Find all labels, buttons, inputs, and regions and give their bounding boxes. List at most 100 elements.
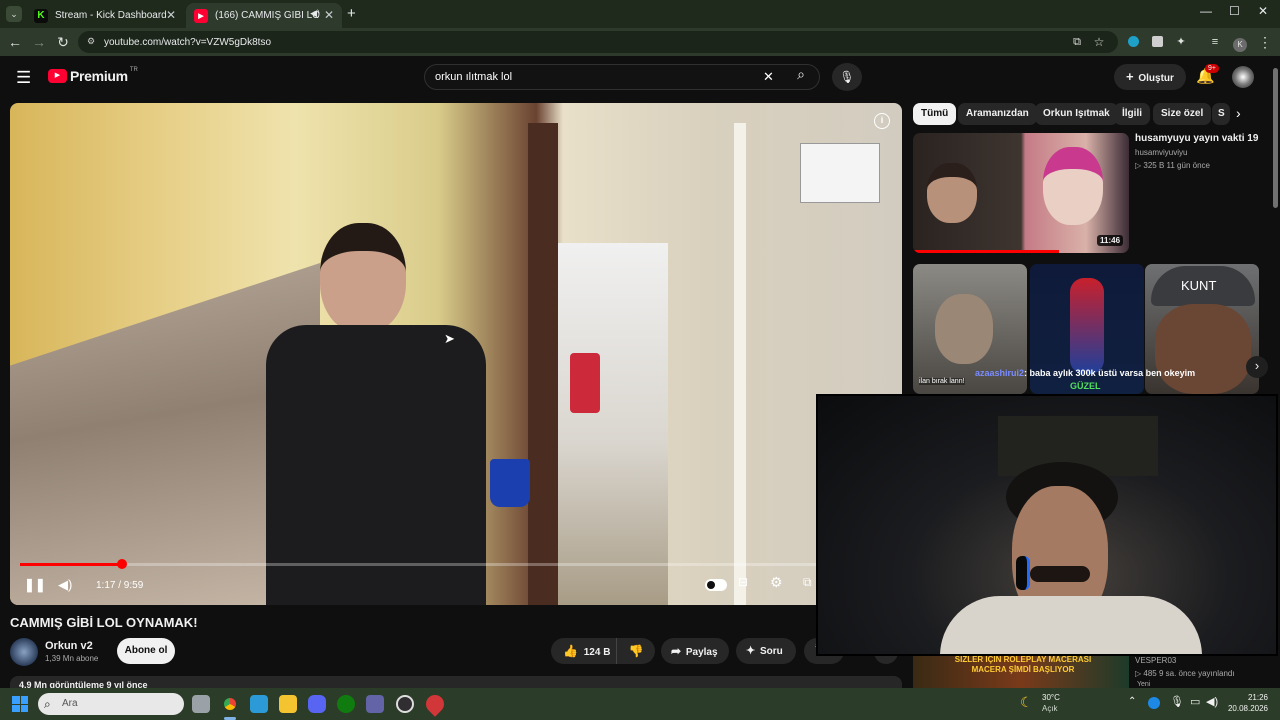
tray-mic-icon[interactable]: 🎙 <box>1170 695 1184 708</box>
search-input[interactable]: orkun ılıtmak lol ✕ <box>424 64 820 90</box>
forward-icon[interactable]: → <box>30 33 48 51</box>
tab-youtube-video[interactable]: ▶ (166) CAMMIŞ GİBİ LOL OY ◀) ✕ <box>186 3 342 28</box>
youtube-logo[interactable]: ▶ Premium TR <box>48 67 138 84</box>
create-button[interactable]: + Oluştur <box>1114 64 1186 90</box>
speaker-icon[interactable]: ◀) <box>310 8 320 19</box>
chip-orkun[interactable]: Orkun Işıtmak <box>1035 103 1118 125</box>
settings-gear-icon[interactable]: ⚙ <box>770 574 783 591</box>
obs-icon[interactable] <box>396 695 414 713</box>
tab-kick-dashboard[interactable]: K Stream - Kick Dashboard ✕ <box>26 3 184 28</box>
shorts-next-arrow-icon[interactable]: › <box>1246 356 1268 378</box>
info-icon[interactable]: i <box>874 113 890 129</box>
clock-date: 20.08.2026 <box>1227 704 1268 713</box>
maximize-icon[interactable]: ☐ <box>1229 4 1240 18</box>
windows-start-icon[interactable] <box>12 696 28 712</box>
voice-search-button[interactable]: 🎙 <box>832 63 862 91</box>
channel-avatar[interactable] <box>10 638 38 666</box>
video-frame-room <box>558 243 668 605</box>
extension-icon[interactable] <box>1148 33 1166 51</box>
tray-volume-icon[interactable]: ◀) <box>1206 695 1218 708</box>
video-frame-mug <box>490 459 530 507</box>
webcam-streamer-mustache <box>1030 566 1090 582</box>
subscribe-button[interactable]: Abone ol <box>117 638 175 664</box>
short-overlay-text: KUNT <box>1181 278 1217 293</box>
like-button[interactable]: 👍 124 B <box>551 638 617 664</box>
shorts-chat-caption: azaashirui2: baba aylık 300k üstü varsa … <box>975 368 1195 378</box>
xbox-icon[interactable] <box>337 695 355 713</box>
search-value: orkun ılıtmak lol <box>435 71 513 83</box>
recommended-video-channel[interactable]: VESPER03 <box>1135 656 1176 665</box>
chip-related[interactable]: İlgili <box>1114 103 1150 125</box>
chrome-icon[interactable] <box>221 695 239 713</box>
windows-taskbar: ⌕ Ara ☾ 30°C Açık ⌃ 🎙 ▭ ◀) 21:26 20.08.2… <box>0 688 1280 720</box>
video-duration: 11:46 <box>1097 235 1124 246</box>
recommended-video-title[interactable]: husamyuyu yayın vakti 19 <box>1135 133 1258 144</box>
short-overlay-text: GÜZEL <box>1070 381 1101 391</box>
new-tab-icon[interactable]: + <box>347 5 356 22</box>
file-explorer-icon[interactable] <box>279 695 297 713</box>
reload-icon[interactable]: ↻ <box>54 33 72 51</box>
video-player[interactable]: i ❚❚ ◀) 1:17 / 9:59 ⊟ ⚙ ⧉ ➤ <box>10 103 902 605</box>
player-progress-fill <box>20 563 123 566</box>
notifications-button[interactable]: 🔔 9+ <box>1196 64 1219 85</box>
hamburger-menu-icon[interactable]: ☰ <box>16 68 31 88</box>
riot-client-icon[interactable] <box>422 691 448 717</box>
thumbnail-overlay-text: SİZLER İÇİN ROLEPLAY MACERASI MACERA ŞİM… <box>954 655 1092 674</box>
bookmark-star-icon[interactable]: ☆ <box>1090 33 1108 51</box>
tray-app-icon[interactable] <box>1148 697 1160 709</box>
chip-from-search[interactable]: Aramanızdan <box>958 103 1037 125</box>
channel-name[interactable]: Orkun v2 <box>45 640 93 652</box>
recommended-video-channel[interactable]: husamviyuviyu <box>1135 148 1187 157</box>
subtitles-icon[interactable]: ⊟ <box>738 575 748 589</box>
chips-next-arrow-icon[interactable]: › <box>1236 105 1241 121</box>
dislike-button[interactable]: 👎 <box>621 638 651 664</box>
install-app-icon[interactable]: ⧉ <box>1068 33 1086 51</box>
chip-partial[interactable]: S <box>1212 103 1230 125</box>
ask-button[interactable]: ✦ Soru <box>736 638 796 664</box>
extensions-puzzle-icon[interactable]: ✦ <box>1172 33 1190 51</box>
taskbar-search-box[interactable]: ⌕ Ara <box>38 693 184 715</box>
teams-icon[interactable] <box>366 695 384 713</box>
plus-icon: + <box>1126 69 1134 84</box>
extension-icon[interactable] <box>1124 33 1142 51</box>
subscriber-count: 1,39 Mn abone <box>45 654 99 663</box>
address-bar[interactable]: ⚙ youtube.com/watch?v=VZW5gDk8tso <box>78 31 1118 53</box>
recommended-video-thumbnail[interactable]: 11:46 <box>913 133 1129 253</box>
monitor-app-icon[interactable] <box>250 695 268 713</box>
recommended-video-thumbnail[interactable]: SİZLER İÇİN ROLEPLAY MACERASI MACERA ŞİM… <box>913 655 1129 688</box>
discord-icon[interactable] <box>308 695 326 713</box>
close-window-icon[interactable]: ✕ <box>1258 4 1268 18</box>
taskbar-clock[interactable]: 21:26 20.08.2026 <box>1224 692 1268 714</box>
account-avatar[interactable] <box>1232 66 1254 88</box>
task-view-icon[interactable] <box>192 695 210 713</box>
share-button[interactable]: ➦ Paylaş <box>661 638 729 664</box>
close-tab-icon[interactable]: ✕ <box>324 8 334 22</box>
video-frame-pipe <box>734 123 746 605</box>
autoplay-toggle[interactable] <box>705 579 727 591</box>
short-face <box>1155 304 1251 394</box>
search-button[interactable]: ⌕ <box>786 66 816 88</box>
play-count-icon: ▷ <box>1135 669 1142 678</box>
close-tab-icon[interactable]: ✕ <box>166 8 176 22</box>
back-icon[interactable]: ← <box>6 33 24 51</box>
video-frame-chair <box>570 353 600 413</box>
tab-search-icon[interactable]: ⌄ <box>6 6 22 22</box>
site-info-icon[interactable]: ⚙ <box>87 36 95 47</box>
profile-avatar[interactable]: K <box>1231 33 1249 52</box>
chip-for-you[interactable]: Size özel <box>1153 103 1212 125</box>
media-control-icon[interactable]: ≡ <box>1206 33 1224 51</box>
tray-overflow-icon[interactable]: ⌃ <box>1128 696 1136 707</box>
tray-network-icon[interactable]: ▭ <box>1190 695 1200 708</box>
volume-icon[interactable]: ◀) <box>58 577 72 593</box>
short-overlay-text: ilan bırak lann! <box>919 378 965 385</box>
minimize-icon[interactable]: — <box>1200 4 1212 18</box>
pause-button[interactable]: ❚❚ <box>24 577 46 593</box>
clear-search-icon[interactable]: ✕ <box>763 65 774 89</box>
scrollbar-thumb[interactable] <box>1273 68 1278 208</box>
video-frame-meter <box>800 143 880 203</box>
chip-all[interactable]: Tümü <box>913 103 957 125</box>
browser-menu-icon[interactable]: ⋮ <box>1256 33 1274 51</box>
video-frame-door <box>528 123 558 605</box>
player-progress-track[interactable] <box>20 559 816 569</box>
miniplayer-icon[interactable]: ⧉ <box>803 575 812 590</box>
